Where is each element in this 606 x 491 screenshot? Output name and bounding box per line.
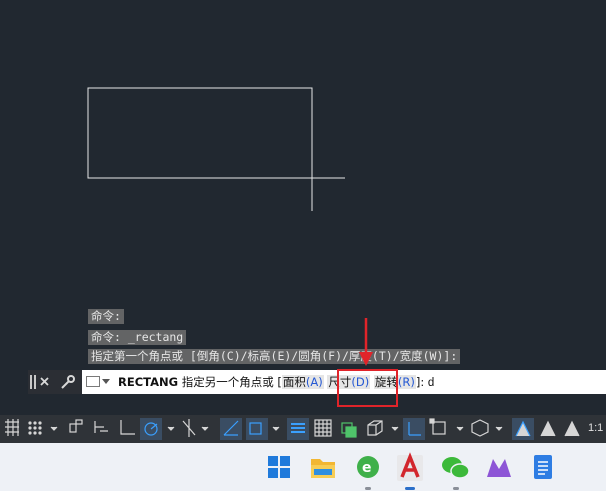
active-indicator: [405, 487, 415, 490]
svg-text:e: e: [362, 460, 372, 476]
rectangle-edge: [87, 87, 313, 179]
browser-icon[interactable]: e: [357, 456, 379, 478]
history-line: 命令: _rectang: [88, 330, 187, 345]
lineweight-icon[interactable]: [287, 418, 309, 440]
annotation-scale-icon[interactable]: [564, 420, 580, 437]
recent-commands-icon[interactable]: [86, 376, 100, 387]
annotation-highlight-box: [337, 369, 398, 407]
option-area-label: 面积: [282, 375, 306, 389]
annotation-visibility-icon[interactable]: [512, 418, 534, 440]
typed-input: d: [427, 377, 435, 389]
selection-filter-icon[interactable]: [429, 418, 446, 435]
chevron-down-icon[interactable]: [201, 426, 209, 431]
app-icon[interactable]: [487, 459, 511, 477]
option-area-key: (A): [305, 375, 323, 389]
command-name: RECTANG: [118, 375, 179, 389]
polar-tracking-icon[interactable]: [140, 418, 162, 440]
gizmo-icon[interactable]: [471, 419, 489, 437]
chevron-down-icon[interactable]: [102, 379, 110, 384]
status-bar: 1:1: [0, 415, 606, 443]
canvas-footer: [0, 394, 606, 415]
snap-icon[interactable]: [28, 421, 42, 435]
running-indicator: [453, 487, 459, 490]
running-indicator: [365, 487, 371, 490]
notepad-icon[interactable]: [534, 455, 552, 479]
object-snap-tracking-icon[interactable]: [220, 418, 242, 440]
dynamic-ucs-icon[interactable]: [403, 418, 425, 440]
chevron-down-icon[interactable]: [167, 426, 175, 431]
option-area[interactable]: 面积(A): [281, 375, 324, 389]
command-line-controls: [28, 370, 80, 394]
3d-object-snap-icon[interactable]: [367, 420, 383, 436]
chevron-down-icon[interactable]: [391, 426, 399, 431]
auto-scale-icon[interactable]: [540, 420, 556, 437]
infer-constraints-icon[interactable]: [69, 419, 83, 433]
customize-wrench-icon[interactable]: [61, 375, 75, 389]
object-snap-icon[interactable]: [246, 418, 268, 440]
wechat-icon[interactable]: [442, 457, 470, 479]
command-suffix: ]:: [415, 375, 425, 389]
option-rotate-key: (R): [397, 375, 415, 389]
ortho-icon[interactable]: [120, 420, 135, 435]
command-prompt: 指定另一个角点或 [: [181, 375, 282, 389]
dynamic-input-icon[interactable]: [94, 421, 108, 433]
chevron-down-icon[interactable]: [456, 426, 464, 431]
grip-icon[interactable]: [30, 375, 36, 389]
chevron-down-icon[interactable]: [50, 426, 58, 431]
close-icon[interactable]: [40, 377, 49, 386]
windows-start-icon[interactable]: [268, 456, 290, 478]
command-line: RECTANG 指定另一个角点或 [面积(A) 尺寸(D) 旋转(R)]: d: [28, 370, 606, 394]
transparency-icon[interactable]: [314, 419, 332, 437]
history-line: 命令:: [88, 309, 124, 324]
history-line: 指定第一个角点或 [倒角(C)/标高(E)/圆角(F)/厚度(T)/宽度(W)]…: [88, 349, 461, 364]
chevron-down-icon[interactable]: [272, 426, 280, 431]
chevron-down-icon[interactable]: [495, 426, 503, 431]
scale-label[interactable]: 1:1: [588, 422, 603, 434]
taskbar: e: [0, 443, 606, 491]
grid-icon[interactable]: [5, 419, 19, 436]
selection-cycling-icon[interactable]: [341, 422, 357, 438]
autocad-icon[interactable]: [397, 452, 423, 481]
isodraft-icon[interactable]: [182, 419, 196, 437]
file-explorer-icon[interactable]: [311, 459, 335, 478]
